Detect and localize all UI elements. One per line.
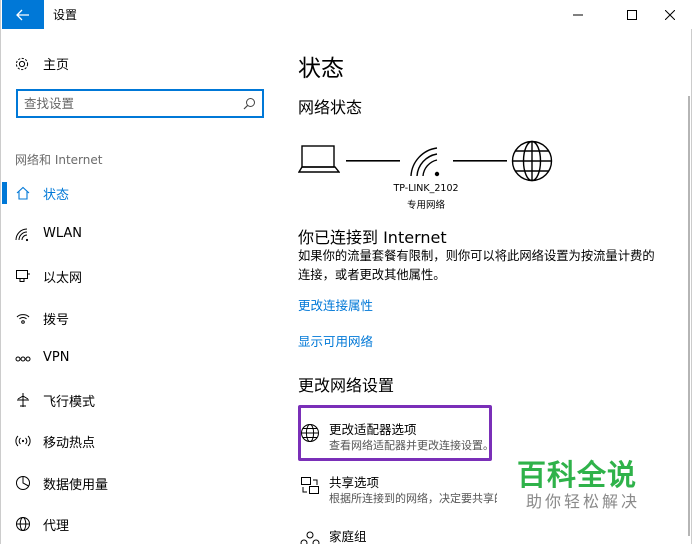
- gear-icon: [15, 57, 29, 70]
- sharing-icon: [301, 477, 319, 494]
- sidebar-item-proxy[interactable]: 代理: [2, 504, 278, 544]
- search-icon[interactable]: [243, 97, 256, 110]
- minimize-icon: [573, 14, 583, 15]
- section-title: 网络和 Internet: [15, 153, 103, 167]
- close-button[interactable]: [647, 0, 692, 29]
- show-available-networks-link[interactable]: 显示可用网络: [298, 331, 373, 350]
- sidebar-item-label: 移动热点: [43, 436, 96, 451]
- option-title: 更改适配器选项: [329, 422, 417, 437]
- network-diagram: TP-LINK_2102 专用网络: [298, 139, 568, 229]
- sidebar-item-label: 数据使用量: [43, 478, 109, 493]
- airplane-icon: [17, 393, 29, 407]
- watermark-subtitle: 助你轻松解决: [526, 492, 641, 511]
- option-subtitle: 根据所连接到的网络，决定要共享的内容。: [329, 492, 497, 505]
- sidebar-item-data-usage[interactable]: 数据使用量: [2, 463, 278, 503]
- option-subtitle: 查看网络适配器并更改连接设置。: [329, 439, 489, 452]
- sidebar-item-airplane[interactable]: 飞行模式: [2, 380, 278, 420]
- globe-icon: [16, 517, 30, 531]
- back-button[interactable]: [2, 0, 44, 29]
- wifi-icon: [15, 228, 29, 242]
- search-box[interactable]: [16, 89, 264, 118]
- active-indicator: [2, 182, 7, 204]
- sidebar-item-hotspot[interactable]: 移动热点: [2, 421, 278, 461]
- change-settings-heading: 更改网络设置: [298, 376, 395, 395]
- ethernet-icon: [16, 270, 30, 282]
- connection-line-1: [346, 160, 400, 162]
- vpn-icon: [15, 356, 31, 362]
- option-title: 共享选项: [329, 475, 380, 490]
- sidebar-item-label: 以太网: [43, 271, 83, 286]
- dialup-icon: [16, 314, 30, 324]
- homegroup-icon: [300, 531, 320, 544]
- hotspot-icon: [15, 435, 31, 447]
- settings-window: 设置 主页 网络和 Internet: [0, 0, 692, 544]
- sidebar-item-label: 飞行模式: [43, 395, 96, 410]
- back-arrow-icon: [16, 9, 29, 20]
- change-connection-properties-link[interactable]: 更改连接属性: [298, 295, 373, 314]
- sidebar-item-ethernet[interactable]: 以太网: [2, 256, 278, 296]
- home-status-icon: [16, 186, 30, 200]
- scrollbar[interactable]: [688, 96, 690, 536]
- title-bar: 设置: [1, 0, 692, 29]
- sidebar: 主页 网络和 Internet 状态 WLAN 以太网 拨号: [2, 29, 278, 544]
- network-type: 专用网络: [406, 200, 445, 211]
- network-name: TP-LINK_2102: [393, 183, 459, 194]
- connection-line-2: [453, 160, 507, 162]
- window-title: 设置: [53, 8, 78, 22]
- network-status-heading: 网络状态: [298, 98, 363, 117]
- sidebar-item-label: 状态: [43, 188, 70, 203]
- wifi-signal-icon: [410, 147, 440, 177]
- option-title: 家庭组: [329, 529, 367, 544]
- maximize-icon: [627, 9, 637, 20]
- close-icon: [665, 9, 675, 20]
- internet-globe-icon: [511, 140, 553, 182]
- home-link[interactable]: 主页: [14, 54, 69, 73]
- connected-description: 如果你的流量套餐有限制，则你可以将此网络设置为按流量计费的连接，或者更改其他属性…: [298, 249, 655, 282]
- sidebar-item-status[interactable]: 状态: [2, 173, 278, 213]
- sidebar-item-label: VPN: [43, 350, 70, 365]
- sidebar-item-label: WLAN: [43, 226, 83, 241]
- home-label: 主页: [43, 58, 70, 73]
- laptop-icon: [298, 145, 340, 173]
- sidebar-item-dialup[interactable]: 拨号: [2, 298, 278, 338]
- sidebar-item-label: 代理: [43, 519, 70, 534]
- sidebar-item-vpn[interactable]: VPN: [2, 339, 278, 379]
- page-title: 状态: [298, 56, 344, 82]
- sidebar-item-wlan[interactable]: WLAN: [2, 215, 278, 255]
- sidebar-item-label: 拨号: [43, 313, 70, 328]
- minimize-button[interactable]: [555, 0, 601, 29]
- connected-heading: 你已连接到 Internet: [298, 228, 447, 247]
- search-input[interactable]: [24, 91, 234, 116]
- adapter-globe-icon: [301, 424, 319, 442]
- data-usage-icon: [16, 476, 30, 490]
